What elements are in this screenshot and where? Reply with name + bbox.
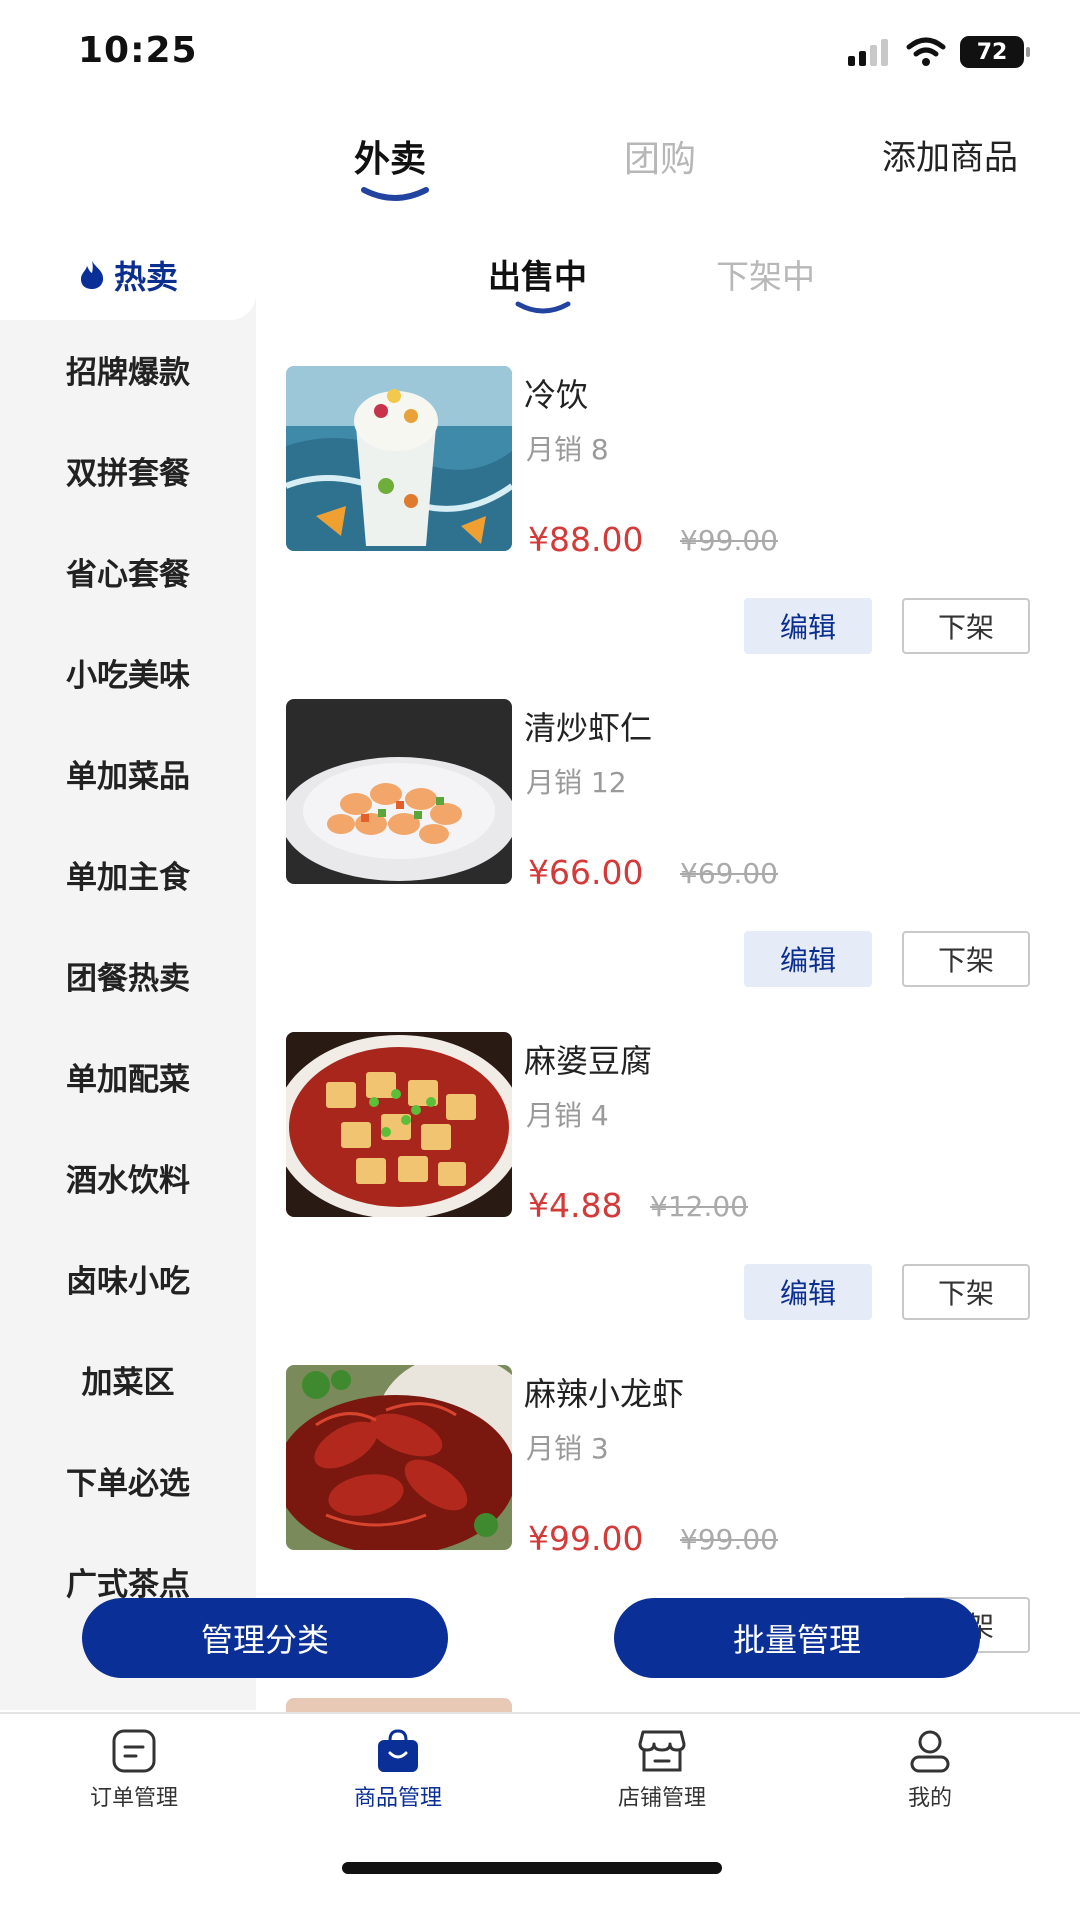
product-image-partial [286, 1698, 512, 1712]
add-product-button[interactable]: 添加商品 [882, 130, 1018, 179]
tab-takeout-indicator [361, 187, 429, 201]
tab-on-sale-indicator [515, 301, 571, 314]
battery-level: 72 [976, 39, 1008, 65]
edit-button[interactable]: 编辑 [744, 931, 872, 987]
sidebar-item[interactable]: 双拼套餐 [0, 448, 256, 493]
sidebar-item[interactable]: 单加菜品 [0, 751, 256, 796]
manage-category-button[interactable]: 管理分类 [82, 1598, 448, 1678]
product-image[interactable] [286, 1365, 512, 1550]
shopping-bag-icon [378, 1729, 418, 1772]
product-name: 冷饮 [524, 376, 589, 414]
nav-label: 商品管理 [353, 1786, 442, 1811]
product-sales: 月销 12 [526, 766, 627, 799]
nav-product-management[interactable]: 商品管理 [298, 1728, 498, 1812]
tab-group-buy[interactable]: 团购 [624, 130, 696, 182]
sidebar-item-hot[interactable]: 热卖 [0, 230, 256, 320]
product-image[interactable] [286, 366, 512, 551]
product-name: 麻婆豆腐 [524, 1042, 653, 1080]
edit-button[interactable]: 编辑 [744, 598, 872, 654]
sidebar-item[interactable]: 单加配菜 [0, 1054, 256, 1099]
product-original-price: ¥99.00 [680, 524, 778, 557]
sidebar-item[interactable]: 卤味小吃 [0, 1256, 256, 1301]
product-price: ¥66.00 [528, 853, 644, 892]
sidebar-item[interactable]: 团餐热卖 [0, 953, 256, 998]
sidebar-item[interactable]: 加菜区 [0, 1357, 256, 1402]
sidebar-item[interactable]: 酒水饮料 [0, 1155, 256, 1200]
nav-label: 订单管理 [89, 1786, 178, 1811]
product-original-price: ¥99.00 [680, 1523, 778, 1556]
store-icon [638, 1730, 686, 1772]
product-original-price: ¥69.00 [680, 857, 778, 890]
off-shelf-button[interactable]: 下架 [902, 1264, 1030, 1320]
nav-label: 店铺管理 [617, 1786, 706, 1811]
home-indicator[interactable] [342, 1862, 722, 1874]
product-sales: 月销 3 [526, 1432, 609, 1465]
tab-on-sale[interactable]: 出售中 [488, 250, 587, 298]
product-name: 清炒虾仁 [524, 709, 653, 747]
off-shelf-button[interactable]: 下架 [902, 931, 1030, 987]
app-screen: 10:25 72 外卖 团购 添加商品 热卖 招牌爆款 双拼套餐 省心套餐 小吃… [0, 0, 1080, 1920]
batch-manage-button[interactable]: 批量管理 [614, 1598, 980, 1678]
product-sales: 月销 8 [526, 433, 609, 466]
edit-button[interactable]: 编辑 [744, 1264, 872, 1320]
product-sales: 月销 4 [526, 1099, 609, 1132]
sidebar-item[interactable]: 小吃美味 [0, 650, 256, 695]
tab-off-shelf[interactable]: 下架中 [716, 250, 815, 298]
product-price: ¥4.88 [528, 1186, 623, 1225]
top-tabs: 外卖 团购 添加商品 [0, 130, 1080, 220]
signal-icon [848, 39, 888, 66]
nav-label: 我的 [907, 1786, 952, 1811]
sidebar-item[interactable]: 下单必选 [0, 1458, 256, 1503]
sidebar-item-label: 热卖 [113, 258, 178, 296]
product-name: 麻辣小龙虾 [524, 1375, 685, 1413]
sidebar-item[interactable]: 单加主食 [0, 852, 256, 897]
bottom-nav: 订单管理 商品管理 店铺管理 我的 [0, 1712, 1080, 1920]
nav-order-management[interactable]: 订单管理 [34, 1728, 234, 1812]
wifi-icon [906, 37, 946, 66]
off-shelf-button[interactable]: 下架 [902, 598, 1030, 654]
flame-icon [80, 261, 104, 289]
category-sidebar: 热卖 招牌爆款 双拼套餐 省心套餐 小吃美味 单加菜品 单加主食 团餐热卖 单加… [0, 230, 256, 1710]
nav-store-management[interactable]: 店铺管理 [562, 1728, 762, 1812]
status-icons: 72 [848, 36, 1030, 68]
battery-icon: 72 [960, 36, 1030, 68]
product-image[interactable] [286, 699, 512, 884]
product-card: 冷饮 月销 8 ¥88.00 ¥99.00 编辑 下架 [286, 366, 1046, 696]
product-image[interactable] [286, 1032, 512, 1217]
product-card: 清炒虾仁 月销 12 ¥66.00 ¥69.00 编辑 下架 [286, 699, 1046, 1029]
status-bar: 10:25 72 [0, 0, 1080, 110]
nav-profile[interactable]: 我的 [830, 1728, 1030, 1812]
order-icon [112, 1729, 156, 1773]
product-card: 麻婆豆腐 月销 4 ¥4.88 ¥12.00 编辑 下架 [286, 1032, 1046, 1362]
product-price: ¥88.00 [528, 520, 644, 559]
status-time: 10:25 [78, 30, 198, 71]
product-price: ¥99.00 [528, 1519, 644, 1558]
profile-icon [910, 1730, 950, 1773]
product-original-price: ¥12.00 [650, 1190, 748, 1223]
sidebar-item[interactable]: 招牌爆款 [0, 347, 256, 392]
sidebar-item[interactable]: 省心套餐 [0, 549, 256, 594]
tab-takeout[interactable]: 外卖 [354, 130, 426, 182]
